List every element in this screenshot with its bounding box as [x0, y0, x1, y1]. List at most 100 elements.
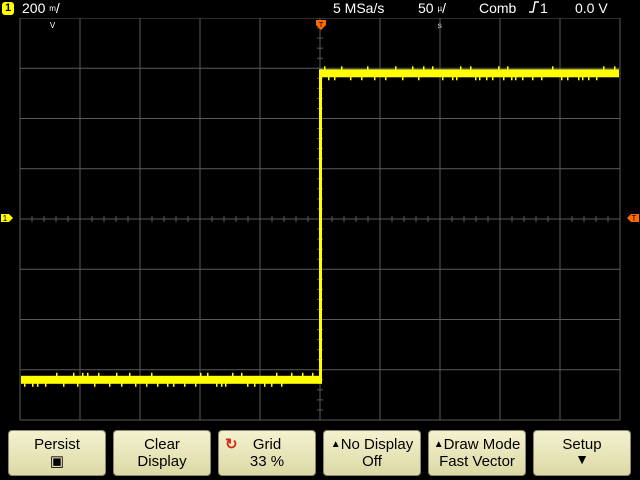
trace-noise-spike — [200, 372, 202, 377]
channel-1-trace — [21, 66, 619, 387]
trace-noise-spike — [498, 66, 500, 71]
trace-noise-spike — [73, 372, 75, 377]
trace-noise-spike — [232, 372, 234, 377]
trace-noise-spike — [412, 66, 414, 71]
clear-display-softkey[interactable]: Clear Display — [113, 430, 211, 476]
trace-noise-spike — [503, 76, 505, 81]
trace-noise-spike — [151, 372, 153, 377]
trace-noise-spike — [470, 66, 472, 71]
trace-noise-spike — [603, 66, 605, 71]
trace-noise-spike — [582, 76, 584, 81]
trigger-position-label: T — [319, 22, 324, 29]
trace-noise-spike — [552, 66, 554, 71]
trace-noise-spike — [281, 382, 283, 387]
trace-rising-edge — [319, 69, 322, 384]
trace-noise-spike — [302, 372, 304, 377]
trace-noise-spike — [276, 372, 278, 377]
trace-noise-spike — [221, 382, 223, 387]
trace-noise-spike — [479, 76, 481, 81]
trace-noise-spike — [418, 76, 420, 81]
trace-noise-spike — [486, 76, 488, 81]
trace-noise-spike — [225, 382, 227, 387]
trigger-source: 1 — [540, 0, 548, 16]
trigger-mode: Comb — [479, 0, 517, 16]
trace-noise-spike — [578, 76, 580, 81]
trace-noise-spike — [460, 66, 462, 71]
graticule: T 1 T — [1, 18, 639, 421]
trace-noise-spike — [367, 66, 369, 71]
persist-softkey[interactable]: Persist ▣ — [8, 430, 106, 476]
trace-noise-spike — [374, 76, 376, 81]
trace-noise-spike — [207, 372, 209, 377]
triangle-up-icon: ▲ — [330, 439, 341, 450]
trace-noise-spike — [63, 382, 65, 387]
trace-noise-spike — [184, 382, 186, 387]
trace-noise-spike — [109, 382, 111, 387]
trace-noise-spike — [45, 382, 47, 387]
draw-mode-softkey[interactable]: ▲Draw Mode Fast Vector — [428, 430, 526, 476]
trigger-level-label: T — [632, 214, 637, 223]
trace-noise-spike — [241, 372, 243, 377]
trace-noise-spike — [312, 372, 314, 377]
triangle-up-icon: ▲ — [433, 439, 444, 450]
trace-noise-spike — [291, 372, 293, 377]
trace-noise-spike — [532, 76, 534, 81]
trace-noise-spike — [614, 66, 616, 71]
trace-noise-spike — [515, 76, 517, 81]
trace-noise-spike — [402, 76, 404, 81]
status-bar: 1 200 mV/ 5 MSa/s 50 µs/ Comb 1 0.0 V — [0, 0, 640, 30]
trace-noise-spike — [395, 66, 397, 71]
trace-noise-spike — [271, 382, 273, 387]
waveform-display[interactable]: T 1 T — [0, 18, 640, 424]
trace-noise-spike — [32, 382, 34, 387]
trace-noise-spike — [173, 382, 175, 387]
trace-noise-spike — [216, 382, 218, 387]
trace-noise-spike — [596, 76, 598, 81]
trace-noise-spike — [423, 66, 425, 71]
rising-edge-icon — [528, 0, 540, 18]
trace-noise-spike — [157, 382, 159, 387]
trace-noise-spike — [588, 76, 590, 81]
trace-low-segment — [21, 375, 320, 384]
trace-noise-spike — [324, 66, 326, 71]
trace-noise-spike — [328, 76, 330, 81]
no-display-softkey[interactable]: ▲No Display Off — [323, 430, 421, 476]
trace-noise-spike — [456, 76, 458, 81]
ground-marker-label: 1 — [3, 214, 8, 223]
softkey-bar: Persist ▣ Clear Display ↻ Grid 33 % ▲No … — [0, 426, 640, 480]
trace-noise-spike — [561, 76, 563, 81]
trace-noise-spike — [442, 76, 444, 81]
trace-noise-spike — [146, 382, 148, 387]
trace-noise-spike — [94, 382, 96, 387]
trace-noise-spike — [350, 76, 352, 81]
channel-1-badge[interactable]: 1 — [2, 2, 14, 15]
trace-noise-spike — [361, 76, 363, 81]
trace-noise-spike — [167, 382, 169, 387]
trace-noise-spike — [385, 76, 387, 81]
trace-noise-spike — [522, 76, 524, 81]
trace-noise-spike — [56, 372, 58, 377]
trace-noise-spike — [247, 382, 249, 387]
trace-noise-spike — [507, 66, 509, 71]
trace-noise-spike — [121, 382, 123, 387]
trace-noise-spike — [37, 382, 39, 387]
trace-noise-spike — [432, 66, 434, 71]
trace-noise-spike — [511, 76, 513, 81]
rotate-knob-icon: ↻ — [225, 436, 238, 453]
trace-high-segment — [320, 69, 619, 78]
trace-noise-spike — [334, 76, 336, 81]
grid-softkey[interactable]: ↻ Grid 33 % — [218, 430, 316, 476]
sample-rate: 5 MSa/s — [333, 0, 385, 16]
submenu-arrow-down-icon: ▼ — [575, 451, 589, 467]
persist-indicator-icon: ▣ — [49, 453, 65, 470]
trace-noise-spike — [116, 372, 118, 377]
trace-noise-spike — [82, 372, 84, 377]
trace-noise-spike — [135, 382, 137, 387]
trace-noise-spike — [567, 76, 569, 81]
trace-noise-spike — [492, 76, 494, 81]
trace-noise-spike — [195, 382, 197, 387]
setup-softkey[interactable]: Setup ▼ — [533, 430, 631, 476]
trace-noise-spike — [87, 372, 89, 377]
trace-noise-spike — [24, 382, 26, 387]
trigger-level: 0.0 V — [575, 0, 608, 16]
